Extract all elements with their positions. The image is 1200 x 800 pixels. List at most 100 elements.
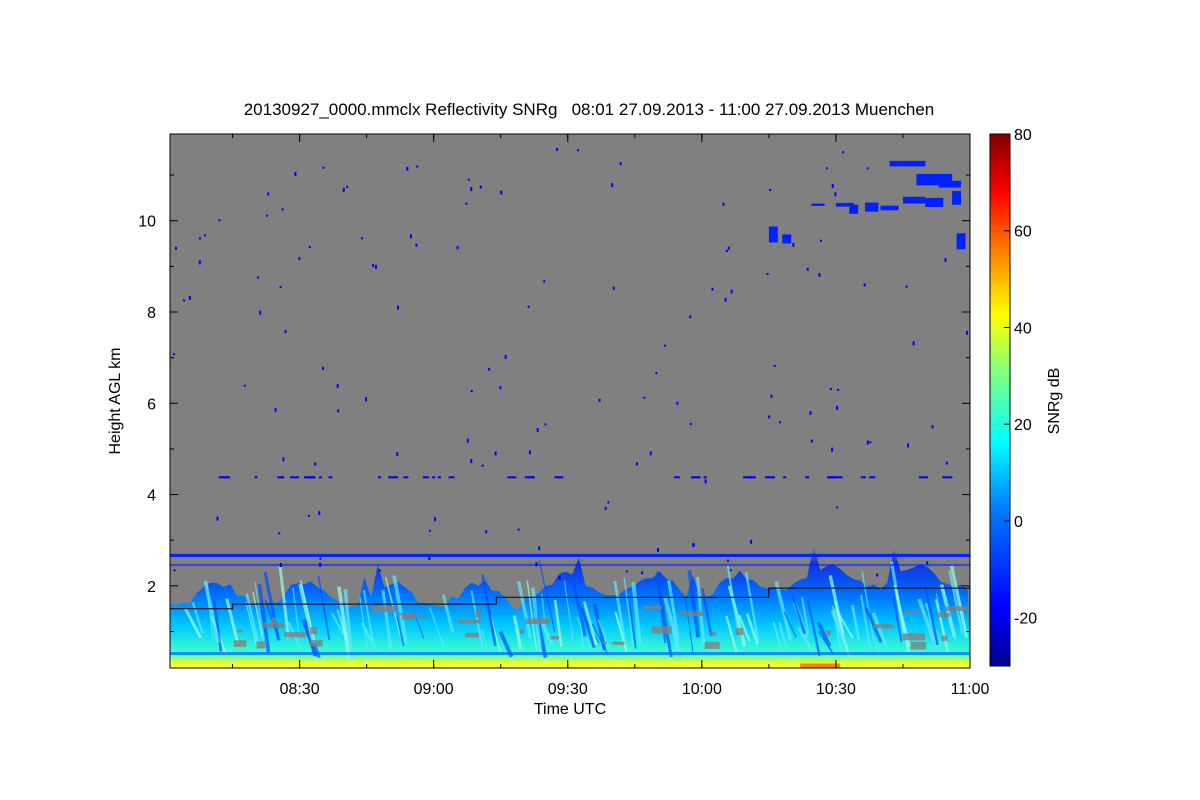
- echo-speckle: [183, 299, 186, 302]
- echo-speckle: [703, 476, 707, 479]
- echo-speckle: [577, 149, 580, 152]
- echo-speckle: [282, 457, 285, 462]
- echo-gap: [826, 630, 831, 636]
- echo-speckle: [876, 573, 879, 577]
- echo-gap: [256, 641, 266, 649]
- echo-speckle: [278, 532, 281, 535]
- echo-speckle: [456, 246, 459, 250]
- echo-cirrus: [925, 197, 944, 207]
- echo-speckle: [243, 384, 246, 387]
- echo-speckle: [750, 476, 756, 479]
- echo-gap: [525, 618, 549, 624]
- echo-speckle: [267, 192, 270, 196]
- echo-speckle: [281, 208, 284, 211]
- echo-speckle: [829, 388, 832, 390]
- echo-speckle: [318, 511, 321, 516]
- radar-chart: 20130927_0000.mmclx Reflectivity SNRg 08…: [107, 100, 1063, 718]
- colorbar-tick-label: 0: [1014, 514, 1023, 531]
- echo-speckle: [611, 183, 614, 188]
- echo-clutter-band: [170, 553, 970, 557]
- echo-speckle: [375, 264, 377, 269]
- echo-speckle: [727, 246, 730, 250]
- echo-speckle: [284, 329, 287, 333]
- echo-gap: [262, 622, 285, 629]
- x-axis-label: Time UTC: [534, 701, 606, 718]
- echo-speckle: [173, 569, 176, 572]
- echo-clutter-band: [170, 563, 970, 566]
- echo-speckle: [636, 462, 638, 466]
- colorbar: [989, 133, 1011, 667]
- y-tick-label: 4: [147, 488, 156, 505]
- echo-speckle: [494, 451, 497, 456]
- echo-speckle: [765, 476, 775, 479]
- echo-speckle: [277, 476, 285, 479]
- x-tick-label: 10:30: [816, 681, 856, 698]
- x-tick-label: 08:30: [280, 681, 320, 698]
- echo-speckle: [556, 147, 559, 151]
- echo-speckle: [692, 543, 695, 547]
- echo-speckle: [416, 165, 419, 168]
- echo-speckle: [831, 183, 834, 188]
- echo-speckle: [825, 167, 828, 170]
- echo-speckle: [175, 246, 177, 250]
- echo-speckle: [415, 243, 418, 247]
- echo-speckle: [266, 214, 268, 217]
- echo-speckle: [625, 570, 628, 573]
- colorbar-tick-label: 40: [1014, 320, 1032, 337]
- y-tick-label: 8: [147, 305, 156, 322]
- echo-speckle: [378, 476, 382, 479]
- echo-cirrus: [782, 234, 792, 244]
- echo-gap: [601, 641, 607, 644]
- echo-speckle: [604, 507, 607, 510]
- echo-speckle: [279, 563, 282, 567]
- echo-speckle: [837, 388, 840, 391]
- echo-speckle: [942, 476, 953, 479]
- echo-gap: [310, 627, 318, 635]
- echo-speckle: [422, 476, 429, 479]
- echo-speckle: [448, 476, 455, 479]
- echo-speckle: [704, 479, 707, 484]
- echo-gap: [937, 612, 950, 618]
- echo-gap: [234, 640, 247, 647]
- echo-speckle: [528, 450, 531, 455]
- echo-speckle: [842, 151, 845, 154]
- echo-speckle: [499, 386, 502, 390]
- echo-speckle: [544, 423, 547, 426]
- echo-speckle: [434, 517, 436, 522]
- echo-speckle: [836, 506, 839, 509]
- echo-speckle: [403, 476, 409, 479]
- echo-cirrus: [865, 202, 879, 212]
- echo-speckle: [218, 476, 228, 479]
- echo-gap: [643, 605, 662, 610]
- echo-speckle: [257, 276, 260, 279]
- echo-gap: [941, 635, 948, 641]
- echo-cirrus: [768, 226, 778, 243]
- echo-speckle: [322, 366, 324, 370]
- echo-speckle: [396, 452, 399, 457]
- echo-gap: [735, 628, 744, 636]
- echo-speckle: [308, 476, 316, 479]
- echo-speckle: [538, 546, 541, 551]
- echo-speckle: [869, 441, 872, 444]
- echo-speckle: [931, 425, 934, 429]
- echo-speckle: [470, 390, 473, 392]
- echo-surface-line: [170, 652, 970, 656]
- echo-speckle: [919, 476, 928, 479]
- echo-cirrus: [938, 180, 961, 188]
- echo-speckle: [308, 514, 310, 517]
- echo-speckle: [535, 562, 538, 567]
- echo-speckle: [730, 289, 733, 294]
- echo-cirrus: [889, 160, 926, 167]
- echo-cirrus: [849, 204, 859, 214]
- echo-speckle: [485, 530, 488, 534]
- echo-gap: [902, 633, 925, 641]
- echo-gap: [873, 624, 893, 629]
- echo-gap: [309, 640, 323, 647]
- echo-speckle: [314, 462, 317, 466]
- chart-title: 20130927_0000.mmclx Reflectivity SNRg 08…: [244, 100, 935, 119]
- echo-speckle: [806, 267, 809, 271]
- echo-gap: [457, 619, 481, 624]
- echo-speckle: [172, 353, 175, 356]
- echo-speckle: [319, 557, 322, 560]
- echo-speckle: [729, 569, 732, 572]
